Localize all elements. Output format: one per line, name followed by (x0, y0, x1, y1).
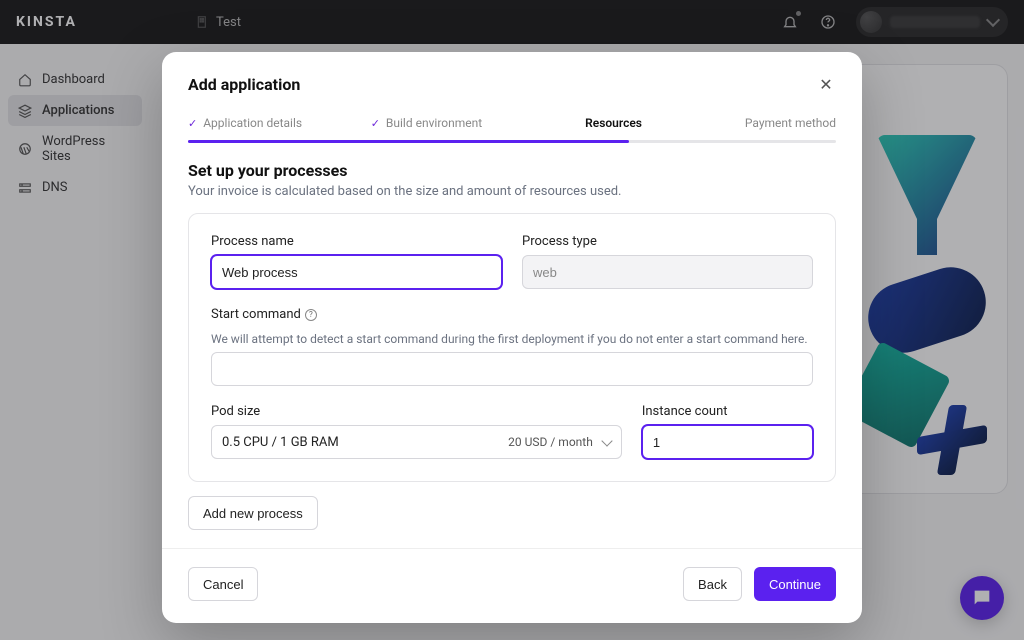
start-command-helper: We will attempt to detect a start comman… (211, 332, 813, 346)
cancel-button[interactable]: Cancel (188, 567, 258, 601)
start-command-label: Start command ? (211, 307, 813, 322)
close-icon[interactable]: ✕ (816, 74, 836, 94)
pod-size-select[interactable]: 0.5 CPU / 1 GB RAM 20 USD / month (211, 425, 622, 459)
section-title: Set up your processes (162, 161, 862, 180)
stepper-progress-fill (188, 140, 629, 143)
start-command-input[interactable] (211, 352, 813, 386)
modal-footer: Cancel Back Continue (162, 567, 862, 623)
stepper-progress (188, 140, 836, 143)
step-application-details[interactable]: ✓ Application details (188, 106, 371, 140)
pod-size-price: 20 USD / month (508, 435, 593, 449)
step-label: Payment method (745, 116, 836, 130)
continue-button[interactable]: Continue (754, 567, 836, 601)
instance-count-input[interactable] (642, 425, 813, 459)
section-subtitle: Your invoice is calculated based on the … (162, 184, 862, 213)
instance-count-label: Instance count (642, 404, 813, 419)
step-label: Resources (585, 116, 642, 130)
step-label: Application details (203, 116, 302, 130)
process-type-input (522, 255, 813, 289)
divider (162, 548, 862, 549)
modal-backdrop: Add application ✕ ✓ Application details … (0, 0, 1024, 640)
step-resources[interactable]: Resources (551, 106, 676, 140)
chevron-down-icon (601, 435, 612, 446)
process-name-input[interactable] (211, 255, 502, 289)
step-build-environment[interactable]: ✓ Build environment (371, 106, 551, 140)
modal-header: Add application ✕ (162, 52, 862, 106)
process-name-label: Process name (211, 234, 502, 249)
back-button[interactable]: Back (683, 567, 742, 601)
add-new-process-button[interactable]: Add new process (188, 496, 318, 530)
pod-size-label: Pod size (211, 404, 622, 419)
check-icon: ✓ (188, 117, 197, 130)
step-payment-method[interactable]: Payment method (676, 106, 836, 140)
step-label: Build environment (386, 116, 482, 130)
pod-size-value: 0.5 CPU / 1 GB RAM (222, 435, 339, 450)
add-application-modal: Add application ✕ ✓ Application details … (162, 52, 862, 623)
modal-title: Add application (188, 75, 300, 94)
check-icon: ✓ (371, 117, 380, 130)
stepper: ✓ Application details ✓ Build environmen… (162, 106, 862, 140)
process-form: Process name Process type Start command … (188, 213, 836, 482)
process-type-label: Process type (522, 234, 813, 249)
info-icon[interactable]: ? (305, 309, 317, 321)
